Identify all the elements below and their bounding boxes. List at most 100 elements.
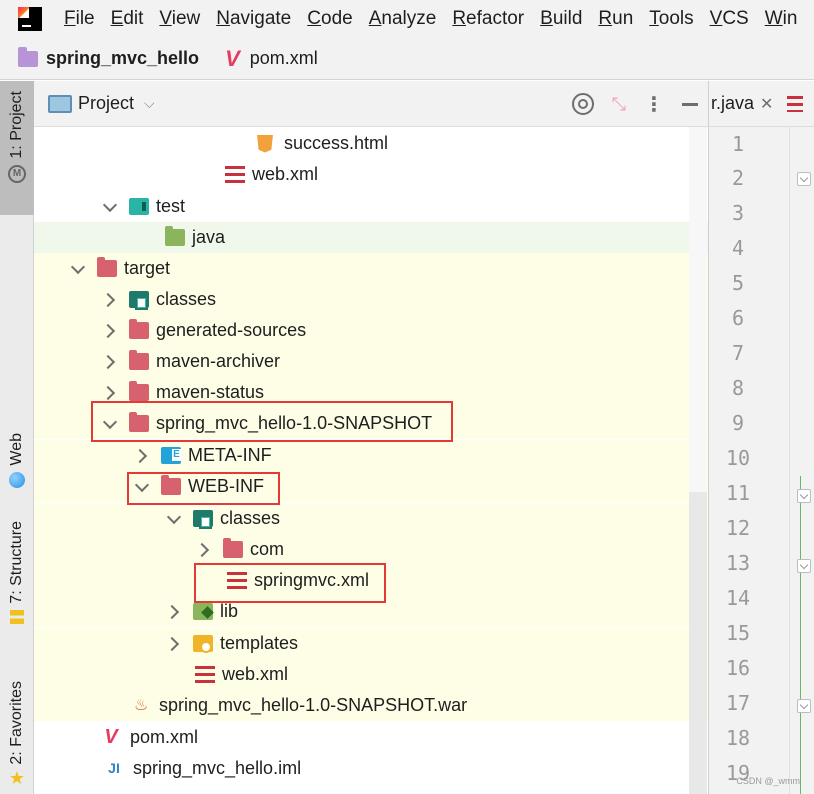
xml-file-icon [225,166,245,183]
tool-tab-project[interactable]: 1: Project M [0,81,34,215]
collapse-arrow-icon[interactable] [102,324,116,338]
tree-item-lib[interactable]: lib [34,596,708,627]
line-number: 4 [731,236,745,260]
excluded-folder-icon [129,381,149,401]
xml-file-icon[interactable] [787,95,804,112]
tree-item-label: maven-archiver [156,351,281,371]
collapse-arrow-icon[interactable] [196,543,210,557]
line-number: 1 [731,132,745,156]
chevron-down-icon[interactable]: ⌵ [144,95,155,112]
collapse-arrow-icon[interactable] [166,637,180,651]
breadcrumb-project[interactable]: spring_mvc_hello [46,48,199,69]
line-number: 15 [725,621,751,645]
tree-item-meta-inf[interactable]: META-INF [34,440,708,471]
tree-item-generated-sources[interactable]: generated-sources [34,315,708,346]
tree-item-success-html[interactable]: success.html [34,128,708,159]
menu-refactor[interactable]: Refactor [444,8,532,30]
tree-item-war[interactable]: ♨ spring_mvc_hello-1.0-SNAPSHOT.war [34,690,708,721]
close-icon[interactable]: ✕ [760,94,773,114]
tree-item-snapshot-folder[interactable]: spring_mvc_hello-1.0-SNAPSHOT [34,408,708,439]
fold-marker-icon[interactable] [797,489,811,503]
tree-item-test[interactable]: test [34,191,708,222]
intellij-logo-icon [18,7,42,31]
expand-arrow-icon[interactable] [102,417,116,431]
breadcrumb: spring_mvc_hello V pom.xml [0,38,814,80]
menu-analyze[interactable]: Analyze [361,8,445,30]
excluded-folder-icon [129,412,149,432]
collapse-all-icon[interactable]: ⤡ [612,94,626,115]
breadcrumb-file[interactable]: pom.xml [250,48,318,69]
menu-tools[interactable]: Tools [641,8,701,30]
fold-marker-icon[interactable] [797,699,811,713]
tool-tab-web[interactable]: Web [0,433,34,513]
menu-view[interactable]: View [151,8,208,30]
tool-tab-structure[interactable]: 7: Structure [0,521,34,671]
tree-item-springmvc-xml[interactable]: springmvc.xml [34,565,708,596]
expand-arrow-icon[interactable] [70,262,84,276]
fold-marker-icon[interactable] [797,559,811,573]
tree-item-classes[interactable]: classes [34,284,708,315]
line-number: 6 [731,306,745,330]
line-number: 2 [731,166,745,190]
line-number: 8 [731,376,745,400]
tree-item-maven-status[interactable]: maven-status [34,377,708,408]
project-view-selector[interactable]: Project [78,93,134,114]
iml-file-icon: JI [108,760,120,776]
options-menu-icon[interactable]: ⋮ [644,92,664,117]
templates-folder-icon [193,635,213,653]
menu-file[interactable]: File [56,8,103,30]
tree-item-templates[interactable]: templates [34,628,708,659]
collapse-arrow-icon[interactable] [102,386,116,400]
project-panel-header: Project ⌵ ⤡ ⋮ [34,81,708,127]
tree-item-web-inf[interactable]: WEB-INF [34,471,708,502]
hide-panel-icon[interactable] [682,102,698,106]
classes-folder-icon [193,510,213,529]
tool-tab-favorites[interactable]: 2: Favorites ★ [0,681,34,794]
expand-arrow-icon[interactable] [166,512,180,526]
menu-window[interactable]: Win [757,8,806,30]
lib-folder-icon [193,603,213,620]
tree-item-label: success.html [284,133,389,153]
menu-vcs[interactable]: VCS [702,8,757,30]
line-number: 7 [731,341,745,365]
tree-item-java[interactable]: java [34,222,708,253]
tree-item-iml[interactable]: JI spring_mvc_hello.iml [34,753,708,784]
menu-edit[interactable]: Edit [103,8,152,30]
maven-icon: V [225,45,240,71]
tree-item-label: web.xml [222,664,289,684]
project-view-folder-icon [48,94,72,113]
menu-run[interactable]: Run [590,8,641,30]
tool-tab-web-label: Web [8,433,25,466]
tree-item-pom-xml[interactable]: V pom.xml [34,722,708,753]
tree-item-web-inf-classes[interactable]: classes [34,503,708,534]
expand-arrow-icon[interactable] [102,200,116,214]
tree-item-com[interactable]: com [34,534,708,565]
tree-item-web-inf-web-xml[interactable]: web.xml [34,659,708,690]
collapse-arrow-icon[interactable] [134,449,148,463]
menu-code[interactable]: Code [299,8,360,30]
tree-item-web-xml[interactable]: web.xml [34,159,708,190]
tree-item-maven-archiver[interactable]: maven-archiver [34,346,708,377]
tool-tab-structure-label: 7: Structure [8,521,25,604]
tree-item-target[interactable]: target [34,253,708,284]
war-file-icon: ♨ [134,697,149,714]
tree-item-label: test [156,196,186,216]
watermark: CSDN @_wmm [736,776,800,786]
editor-tab[interactable]: r.java [711,93,754,114]
locate-file-icon[interactable] [571,93,594,115]
editor-tab-bar: r.java ✕ [708,81,814,127]
collapse-arrow-icon[interactable] [166,605,180,619]
tree-item-label: spring_mvc_hello-1.0-SNAPSHOT.war [159,695,468,715]
collapse-arrow-icon[interactable] [102,293,116,307]
maven-m-icon[interactable]: M [8,164,26,183]
tree-item-label: web.xml [252,164,319,184]
project-scrollbar-thumb[interactable] [689,492,707,794]
fold-marker-icon[interactable] [797,172,811,186]
collapse-arrow-icon[interactable] [102,355,116,369]
menu-build[interactable]: Build [532,8,590,30]
expand-arrow-icon[interactable] [134,480,148,494]
menu-navigate[interactable]: Navigate [208,8,299,30]
line-number: 18 [725,726,751,750]
tree-item-label: java [192,227,226,247]
line-number: 10 [725,446,751,470]
